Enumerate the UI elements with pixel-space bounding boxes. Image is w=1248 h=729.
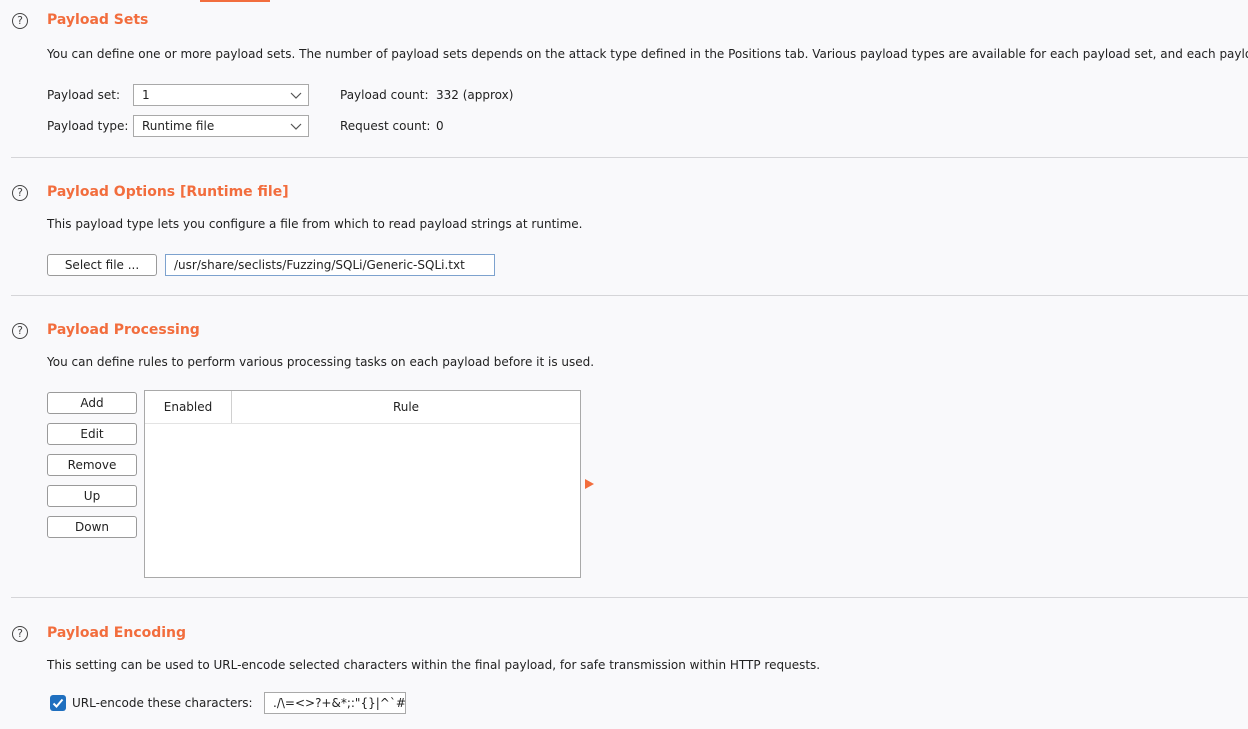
payload-processing-title: Payload Processing bbox=[47, 322, 200, 338]
payload-set-select[interactable]: 1 bbox=[133, 84, 309, 106]
payload-options-title: Payload Options [Runtime file] bbox=[47, 184, 289, 200]
tab-accent-bar bbox=[200, 0, 270, 2]
url-encode-label: URL-encode these characters: bbox=[72, 696, 253, 710]
payload-options-description: This payload type lets you configure a f… bbox=[47, 217, 583, 231]
section-divider bbox=[11, 597, 1248, 598]
processing-rules-table[interactable]: Enabled Rule bbox=[144, 390, 581, 578]
payload-encoding-title: Payload Encoding bbox=[47, 625, 187, 641]
payload-type-value: Runtime file bbox=[142, 119, 215, 133]
help-icon[interactable]: ? bbox=[12, 13, 28, 29]
help-icon[interactable]: ? bbox=[12, 626, 28, 642]
url-encode-characters-input[interactable]: ./\=<>?+&*;:"{}|^`# bbox=[264, 692, 406, 714]
add-rule-button[interactable]: Add bbox=[47, 392, 137, 414]
payload-sets-title: Payload Sets bbox=[47, 12, 149, 28]
column-header-rule[interactable]: Rule bbox=[232, 391, 580, 423]
payload-count-value: 332 (approx) bbox=[436, 88, 514, 102]
payload-set-value: 1 bbox=[142, 88, 150, 102]
section-divider bbox=[11, 295, 1248, 296]
checkmark-icon bbox=[52, 698, 64, 708]
file-path-input[interactable]: /usr/share/seclists/Fuzzing/SQLi/Generic… bbox=[165, 254, 495, 276]
chevron-down-icon bbox=[290, 123, 302, 130]
move-up-button[interactable]: Up bbox=[47, 485, 137, 507]
help-icon[interactable]: ? bbox=[12, 323, 28, 339]
request-count-value: 0 bbox=[436, 119, 444, 133]
payload-encoding-description: This setting can be used to URL-encode s… bbox=[47, 658, 821, 672]
payload-sets-description: You can define one or more payload sets.… bbox=[47, 47, 1248, 61]
chevron-down-icon bbox=[290, 92, 302, 99]
payload-count-label: Payload count: bbox=[340, 88, 429, 102]
payload-set-label: Payload set: bbox=[47, 88, 120, 102]
edit-rule-button[interactable]: Edit bbox=[47, 423, 137, 445]
remove-rule-button[interactable]: Remove bbox=[47, 454, 137, 476]
request-count-label: Request count: bbox=[340, 119, 431, 133]
section-divider bbox=[11, 157, 1248, 158]
header-underline bbox=[145, 423, 580, 424]
payload-type-label: Payload type: bbox=[47, 119, 129, 133]
payload-processing-description: You can define rules to perform various … bbox=[47, 355, 595, 369]
triangle-right-icon[interactable] bbox=[585, 479, 594, 489]
url-encode-checkbox[interactable] bbox=[50, 695, 66, 711]
payload-type-select[interactable]: Runtime file bbox=[133, 115, 309, 137]
move-down-button[interactable]: Down bbox=[47, 516, 137, 538]
column-header-enabled[interactable]: Enabled bbox=[145, 391, 231, 423]
help-icon[interactable]: ? bbox=[12, 185, 28, 201]
select-file-button[interactable]: Select file ... bbox=[47, 254, 157, 276]
